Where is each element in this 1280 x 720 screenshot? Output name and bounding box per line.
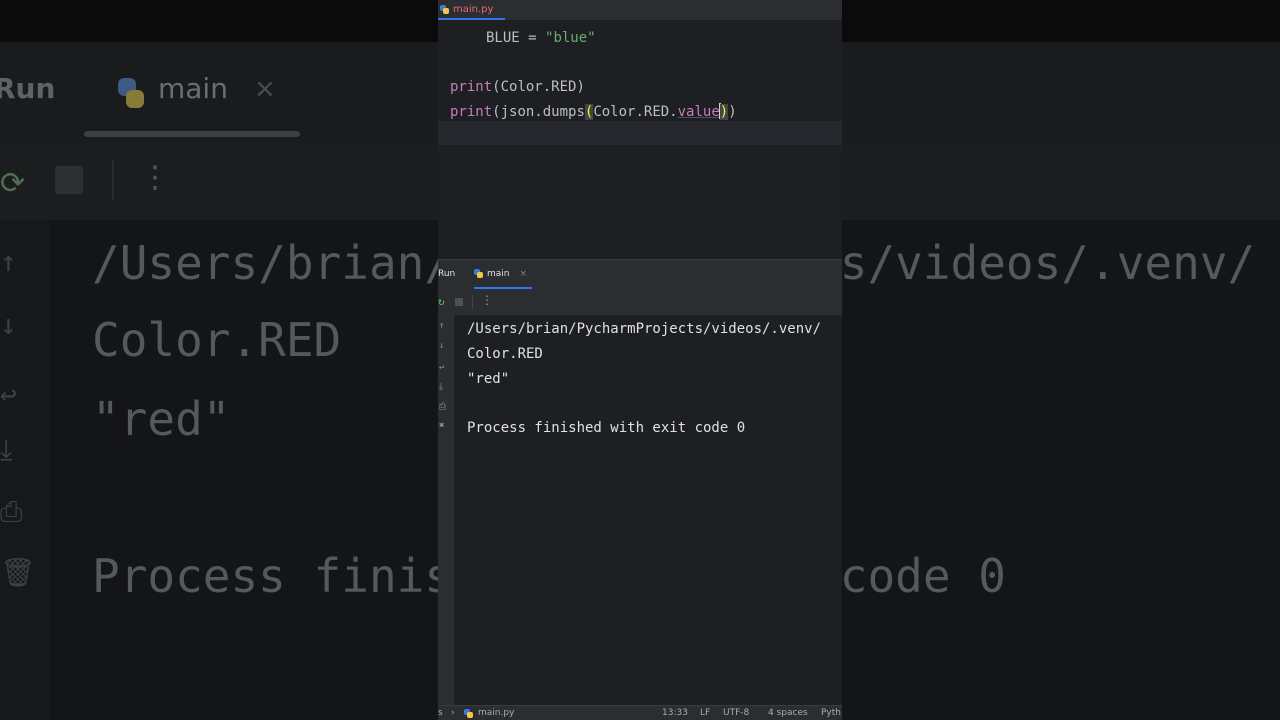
code-line: print(Color.RED): [450, 79, 585, 95]
trash-icon[interactable]: ✖: [439, 421, 444, 431]
matched-paren: ): [719, 104, 729, 120]
run-toolbar: ↻ ⋮: [438, 289, 842, 315]
bg-tab-underline: [84, 131, 300, 137]
breadcrumb-separator: ›: [451, 708, 455, 718]
bg-gutter: [0, 220, 50, 720]
console-line: Process finished with exit code 0: [467, 420, 746, 436]
python-file-icon: [440, 4, 449, 14]
rerun-icon[interactable]: ↻: [438, 295, 445, 308]
code-line: BLUE = "blue": [486, 30, 596, 46]
down-arrow-icon[interactable]: ↓: [439, 341, 444, 351]
current-line-highlight: [438, 121, 842, 145]
console-line: Color.RED: [467, 346, 543, 362]
run-console-output[interactable]: /Users/brian/PycharmProjects/videos/.ven…: [454, 315, 842, 705]
python-file-icon: [474, 269, 483, 278]
close-icon[interactable]: ×: [520, 269, 528, 279]
bg-python-icon: [118, 78, 144, 108]
bg-output-line: Color.RED: [92, 313, 342, 367]
bg-wrap-icon: ↩: [0, 378, 17, 411]
breadcrumb-root[interactable]: s: [438, 708, 443, 718]
status-bar: s › main.py 13:33 LF UTF-8 4 spaces Pyth: [438, 705, 842, 720]
bg-rerun-icon: ⟳: [0, 166, 26, 201]
line-ending[interactable]: LF: [700, 708, 710, 718]
run-tab-main[interactable]: main ×: [474, 260, 532, 289]
bg-scroll-end-icon: ⤓: [0, 433, 13, 466]
bg-close-icon: ×: [254, 74, 276, 104]
indent-setting[interactable]: 4 spaces: [768, 708, 808, 718]
run-tool-window-header: Run main ×: [438, 259, 842, 289]
editor-tab-main-py[interactable]: main.py: [438, 0, 506, 20]
run-label: Run: [438, 269, 456, 279]
bg-tab-label: main: [158, 72, 228, 105]
run-side-toolbar: ↑ ↓ ↩ ⤓ ⎙ ✖: [438, 315, 454, 705]
bg-more-icon: ⋮: [140, 160, 170, 195]
file-encoding[interactable]: UTF-8: [723, 708, 749, 718]
breadcrumb-file[interactable]: main.py: [478, 708, 514, 718]
console-line: /Users/brian/PycharmProjects/videos/.ven…: [467, 321, 822, 337]
editor-tab-label: main.py: [453, 3, 494, 15]
bg-output-line: "red": [92, 392, 231, 446]
caret-position[interactable]: 13:33: [662, 708, 688, 718]
bg-print-icon: ⎙: [0, 495, 23, 528]
bg-stop-icon: [55, 166, 83, 194]
bg-up-icon: ↑: [0, 245, 17, 278]
ide-window: main.py BLUE = "blue" print(Color.RED) p…: [438, 0, 842, 720]
bg-trash-icon: 🗑: [0, 556, 36, 589]
more-options-icon[interactable]: ⋮: [481, 293, 493, 307]
code-line: print(json.dumps(Color.RED.value)): [450, 103, 737, 120]
interpreter[interactable]: Pyth: [821, 708, 841, 718]
code-editor[interactable]: BLUE = "blue" print(Color.RED) print(jso…: [438, 21, 842, 259]
up-arrow-icon[interactable]: ↑: [439, 321, 444, 331]
editor-tab-bar: main.py: [438, 0, 842, 21]
bg-run-label: Run: [0, 72, 56, 105]
bg-toolbar-separator: [112, 160, 114, 200]
stop-icon[interactable]: [455, 298, 463, 306]
toolbar-separator: [472, 295, 473, 309]
console-line: "red": [467, 371, 510, 387]
scroll-to-end-icon[interactable]: ⤓: [439, 382, 443, 392]
bg-down-icon: ↓: [0, 308, 17, 341]
soft-wrap-icon[interactable]: ↩: [439, 363, 444, 373]
print-icon[interactable]: ⎙: [439, 402, 446, 412]
run-tab-label: main: [487, 268, 510, 279]
python-file-icon: [464, 709, 473, 718]
